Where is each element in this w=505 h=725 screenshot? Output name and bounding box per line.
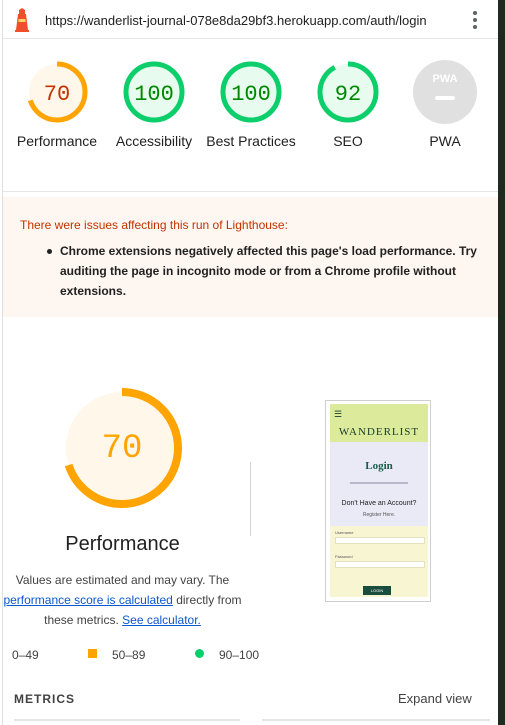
gauge-seo[interactable]: 92 SEO: [298, 59, 398, 151]
thumb-brand: WANDERLIST: [338, 426, 420, 438]
hamburger-menu-icon: ☰: [334, 409, 343, 419]
page-url: https://wanderlist-journal-078e8da29bf3.…: [45, 13, 427, 28]
performance-big-gauge: 70: [62, 388, 182, 508]
gauge-best-practices-label: Best Practices: [206, 133, 296, 149]
fail-triangle-icon: [0, 648, 10, 658]
run-warning-box: There were issues affecting this run of …: [3, 197, 498, 317]
gauge-accessibility[interactable]: 100 Accessibility: [104, 59, 204, 151]
performance-big-score: 70: [102, 430, 143, 468]
gauge-best-practices-score: 100: [231, 82, 271, 107]
gauge-accessibility-label: Accessibility: [115, 133, 193, 149]
thumb-login-button: LOGIN: [363, 586, 391, 595]
top-bar: https://wanderlist-journal-078e8da29bf3.…: [3, 0, 498, 39]
legend-pass: 90–100: [195, 648, 259, 662]
thumb-question: Don't Have an Account?: [341, 500, 417, 507]
background-edge: [498, 0, 505, 725]
page-screenshot-thumbnail[interactable]: ☰ WANDERLIST Login Don't Have an Account…: [325, 400, 431, 602]
warning-item: Chrome extensions negatively affected th…: [60, 244, 477, 298]
gauge-accessibility-score: 100: [134, 82, 174, 107]
thumb-heading: Login: [365, 460, 393, 472]
gauge-seo-label: SEO: [333, 133, 363, 149]
performance-desc-text-2: directly from: [176, 593, 242, 607]
pwa-badge-icon: PWA: [413, 60, 477, 124]
warning-title: There were issues affecting this run of …: [20, 218, 288, 232]
gauge-performance-label: Performance: [16, 133, 98, 149]
thumb-header: ☰ WANDERLIST: [330, 404, 428, 442]
pass-circle-icon: [195, 649, 204, 658]
gauge-seo-score: 92: [335, 82, 361, 107]
gauge-pwa[interactable]: PWA PWA: [395, 59, 495, 151]
metrics-divider-left: [14, 719, 240, 721]
performance-desc-text-1: Values are estimated and may vary. The: [15, 573, 230, 587]
thumb-subtext-line: [350, 482, 408, 484]
gauge-seo-ring: 92: [317, 61, 379, 123]
section-divider: [250, 462, 251, 536]
warning-bullet: [47, 249, 52, 254]
legend-average: 50–89: [88, 648, 145, 662]
legend-pass-label: 90–100: [219, 648, 260, 662]
performance-title: Performance: [65, 533, 180, 555]
more-options-icon[interactable]: [472, 11, 478, 29]
metrics-divider-right: [262, 719, 490, 721]
gauge-performance-score: 70: [44, 82, 70, 107]
thumb-body: Login Don't Have an Account? Register He…: [330, 442, 428, 597]
average-square-icon: [88, 649, 97, 658]
gauge-accessibility-ring: 100: [123, 61, 185, 123]
gauge-best-practices-ring: 100: [220, 61, 282, 123]
thumb-username-label: Username: [335, 530, 354, 535]
metrics-heading: METRICS: [14, 692, 75, 706]
gauge-performance[interactable]: 70 Performance: [7, 59, 107, 151]
legend-fail: 0–49: [0, 648, 39, 662]
gauge-performance-ring: 70: [26, 61, 88, 123]
gauge-pwa-label: PWA: [429, 133, 461, 149]
lighthouse-icon: [15, 8, 29, 32]
performance-score-link[interactable]: performance score is calculated: [3, 593, 172, 607]
performance-description: Values are estimated and may vary. The p…: [0, 570, 245, 630]
performance-desc-text-3: these metrics.: [44, 613, 119, 627]
thumb-password-label: Password: [335, 554, 353, 559]
gauge-best-practices[interactable]: 100 Best Practices: [201, 59, 301, 151]
thumb-username-field: [335, 537, 425, 544]
thumb-form: Username Password LOGIN: [330, 526, 428, 597]
thumb-password-field: [335, 561, 425, 568]
see-calculator-link[interactable]: See calculator.: [122, 613, 201, 627]
thumb-register: Register Here.: [362, 512, 396, 518]
expand-view-button[interactable]: Expand view: [398, 691, 472, 706]
category-gauges: 70 Performance 100 Accessibility 100 Bes…: [3, 39, 498, 192]
pwa-badge-text: PWA: [432, 73, 457, 85]
